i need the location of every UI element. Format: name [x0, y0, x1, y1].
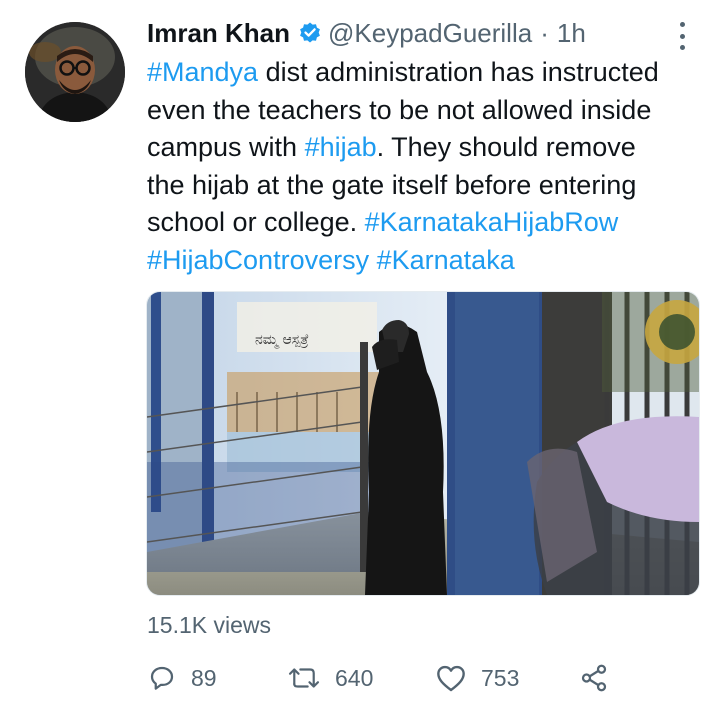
hashtag-link[interactable]: #HijabControversy	[147, 245, 369, 275]
heart-icon	[437, 665, 465, 692]
tweet-text-line: school or college. #KarnatakaHijabRow	[147, 204, 707, 242]
author-name[interactable]: Imran Khan	[147, 18, 290, 49]
tweet-text-segment: dist administration has instructed	[258, 57, 659, 87]
tweet-text-segment	[369, 245, 377, 275]
tweet-text-segment: campus with	[147, 132, 305, 162]
tweet-text-line: even the teachers to be not allowed insi…	[147, 92, 707, 130]
tweet-text-line: campus with #hijab. They should remove	[147, 129, 707, 167]
verified-badge-icon	[298, 21, 322, 45]
more-options-icon[interactable]	[672, 18, 692, 54]
tweet-text-line: the hijab at the gate itself before ente…	[147, 167, 707, 205]
like-count: 753	[481, 664, 520, 691]
like-button[interactable]: 753	[435, 658, 519, 698]
tweet: Imran Khan @KeypadGuerilla · 1h #Mandya …	[0, 0, 720, 710]
author-handle[interactable]: @KeypadGuerilla	[328, 18, 532, 49]
tweet-text-line: #HijabControversy #Karnataka	[147, 242, 707, 280]
tweet-text-segment: school or college.	[147, 207, 365, 237]
tweet-text-segment: . They should remove	[376, 132, 636, 162]
tweet-actions-bar: 89 640 753	[147, 658, 617, 698]
tweet-text-segment: the hijab at the gate itself before ente…	[147, 169, 637, 200]
retweet-button[interactable]: 640	[287, 658, 373, 698]
share-button[interactable]	[579, 658, 609, 698]
timestamp[interactable]: 1h	[557, 18, 586, 49]
tweet-text: #Mandya dist administration has instruct…	[147, 54, 707, 279]
media-sign-text: ನಮ್ಮ ಆಸ್ಪತ್ರೆ	[255, 332, 309, 349]
reply-count: 89	[191, 664, 217, 691]
reply-button[interactable]: 89	[147, 658, 217, 698]
hashtag-link[interactable]: #KarnatakaHijabRow	[365, 207, 619, 237]
tweet-text-segment: even the teachers to be not allowed insi…	[147, 94, 652, 125]
retweet-icon	[288, 668, 320, 688]
tweet-text-line: #Mandya dist administration has instruct…	[147, 54, 707, 92]
retweet-count: 640	[335, 664, 374, 691]
hashtag-link[interactable]: #hijab	[305, 132, 377, 162]
hashtag-link[interactable]: #Karnataka	[377, 245, 515, 275]
avatar[interactable]	[25, 22, 125, 122]
tweet-media-image[interactable]: ನಮ್ಮ ಆಸ್ಪತ್ರೆ	[146, 291, 700, 596]
reply-icon	[150, 666, 174, 690]
hashtag-link[interactable]: #Mandya	[147, 57, 258, 87]
tweet-header: Imran Khan @KeypadGuerilla · 1h	[147, 14, 586, 52]
view-count: 15.1K views	[147, 612, 272, 638]
share-icon	[581, 664, 607, 692]
separator-dot: ·	[540, 17, 549, 48]
